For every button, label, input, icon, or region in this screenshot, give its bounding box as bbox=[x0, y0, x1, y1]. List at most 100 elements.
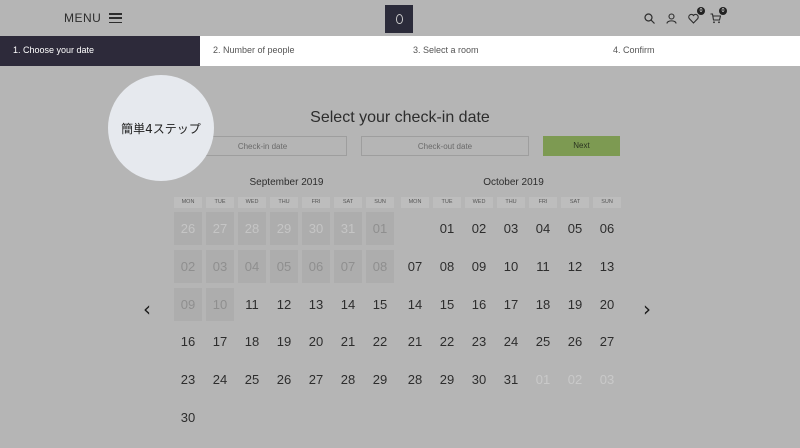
search-icon[interactable] bbox=[643, 12, 656, 25]
menu-button[interactable]: MENU bbox=[64, 11, 123, 25]
header-icons: 0 0 bbox=[643, 7, 727, 25]
calendar-day[interactable]: 02 bbox=[465, 212, 493, 245]
calendar-day[interactable]: 29 bbox=[366, 363, 394, 396]
calendar-day[interactable]: 11 bbox=[529, 250, 557, 283]
calendar-day[interactable]: 14 bbox=[334, 288, 362, 321]
month-title: October 2019 bbox=[483, 177, 544, 188]
next-month-arrow-icon[interactable]: › bbox=[643, 299, 651, 319]
calendar-day[interactable]: 20 bbox=[593, 288, 621, 321]
weekday-header: SUN bbox=[366, 197, 394, 208]
calendar-day[interactable]: 27 bbox=[302, 363, 330, 396]
menu-label: MENU bbox=[64, 11, 102, 25]
prev-month-arrow-icon[interactable]: ‹ bbox=[143, 299, 151, 319]
weekday-header: SUN bbox=[593, 197, 621, 208]
calendar-day[interactable]: 28 bbox=[334, 363, 362, 396]
weekday-header: MON bbox=[401, 197, 429, 208]
calendar-day[interactable]: 20 bbox=[302, 325, 330, 358]
calendar-day[interactable]: 04 bbox=[529, 212, 557, 245]
booking-steps: 1. Choose your date 2. Number of people … bbox=[0, 36, 800, 66]
brand-logo[interactable] bbox=[385, 5, 413, 33]
calendar-day[interactable]: 06 bbox=[593, 212, 621, 245]
weekday-header: FRI bbox=[529, 197, 557, 208]
weekday-header: TUE bbox=[206, 197, 234, 208]
calendar-day[interactable]: 21 bbox=[334, 325, 362, 358]
calendar-day[interactable]: 22 bbox=[366, 325, 394, 358]
calendar-day[interactable]: 13 bbox=[302, 288, 330, 321]
site-header: MENU 0 0 bbox=[0, 0, 800, 36]
calendar-day[interactable]: 01 bbox=[433, 212, 461, 245]
calendar-day[interactable]: 17 bbox=[497, 288, 525, 321]
calendar-day: 01 bbox=[366, 212, 394, 245]
calendar-day[interactable]: 23 bbox=[465, 325, 493, 358]
calendar-day[interactable]: 05 bbox=[561, 212, 589, 245]
calendar-day[interactable]: 15 bbox=[433, 288, 461, 321]
calendar-day[interactable]: 18 bbox=[529, 288, 557, 321]
calendar-day[interactable]: 26 bbox=[561, 325, 589, 358]
calendar-day: 29 bbox=[270, 212, 298, 245]
calendar-day[interactable]: 29 bbox=[433, 363, 461, 396]
calendar-day[interactable]: 07 bbox=[401, 250, 429, 283]
weekday-header: TUE bbox=[433, 197, 461, 208]
calendar-day[interactable]: 14 bbox=[401, 288, 429, 321]
calendar-day[interactable]: 10 bbox=[497, 250, 525, 283]
calendar-day: 10 bbox=[206, 287, 234, 321]
calendar-day[interactable]: 31 bbox=[497, 363, 525, 396]
annotation-bubble: 簡単4ステップ bbox=[108, 75, 214, 181]
calendar-day[interactable]: 22 bbox=[433, 325, 461, 358]
calendar-day[interactable]: 09 bbox=[465, 250, 493, 283]
calendar-day[interactable]: 03 bbox=[497, 212, 525, 245]
calendar-day[interactable]: 30 bbox=[174, 401, 202, 434]
calendar-day: 02 bbox=[174, 249, 202, 283]
calendar-day[interactable]: 12 bbox=[270, 288, 298, 321]
weekday-header: WED bbox=[465, 197, 493, 208]
calendar-day[interactable]: 28 bbox=[401, 363, 429, 396]
calendar-day[interactable]: 08 bbox=[433, 250, 461, 283]
annotation-text: 簡単4ステップ bbox=[121, 121, 201, 136]
check-out-date-field[interactable]: Check-out date bbox=[361, 136, 529, 156]
calendar-day[interactable]: 16 bbox=[174, 325, 202, 358]
calendar-day[interactable]: 27 bbox=[593, 325, 621, 358]
calendar-day: 01 bbox=[535, 372, 551, 388]
calendar-day: 03 bbox=[206, 249, 234, 283]
calendar-day[interactable]: 12 bbox=[561, 250, 589, 283]
calendar-day: 26 bbox=[174, 212, 202, 245]
step-confirm[interactable]: 4. Confirm bbox=[600, 36, 800, 66]
weekday-header: WED bbox=[238, 197, 266, 208]
weekday-header: SAT bbox=[561, 197, 589, 208]
calendar-day[interactable]: 25 bbox=[238, 363, 266, 396]
calendar-day[interactable]: 21 bbox=[401, 325, 429, 358]
step-number-of-people[interactable]: 2. Number of people bbox=[200, 36, 400, 66]
calendar-day[interactable]: 30 bbox=[465, 363, 493, 396]
calendar-day[interactable]: 17 bbox=[206, 325, 234, 358]
calendar-day: 28 bbox=[238, 212, 266, 245]
calendar-day[interactable]: 18 bbox=[238, 325, 266, 358]
heart-icon[interactable]: 0 bbox=[687, 7, 705, 25]
calendar-day: 06 bbox=[302, 249, 330, 283]
user-icon[interactable] bbox=[665, 12, 678, 25]
calendar-day: 08 bbox=[366, 249, 394, 283]
calendar-day[interactable]: 19 bbox=[561, 288, 589, 321]
weekday-header: THU bbox=[497, 197, 525, 208]
calendar-day[interactable]: 19 bbox=[270, 325, 298, 358]
calendar-day[interactable]: 16 bbox=[465, 288, 493, 321]
weekday-header: FRI bbox=[302, 197, 330, 208]
calendar-day: 04 bbox=[238, 249, 266, 283]
calendar-day: 05 bbox=[270, 249, 298, 283]
calendar-day: 02 bbox=[567, 372, 583, 388]
month-title: September 2019 bbox=[249, 177, 324, 188]
cart-icon[interactable]: 0 bbox=[709, 7, 727, 25]
calendar-day[interactable]: 11 bbox=[238, 288, 266, 321]
logo-mark-icon bbox=[395, 14, 403, 24]
weekday-header: SAT bbox=[334, 197, 362, 208]
calendar-day[interactable]: 26 bbox=[270, 363, 298, 396]
step-select-room[interactable]: 3. Select a room bbox=[400, 36, 600, 66]
calendar-day[interactable]: 15 bbox=[366, 288, 394, 321]
calendar-day[interactable]: 25 bbox=[529, 325, 557, 358]
next-button[interactable]: Next bbox=[543, 136, 620, 156]
weekday-header: MON bbox=[174, 197, 202, 208]
step-choose-date[interactable]: 1. Choose your date bbox=[0, 36, 200, 66]
calendar-day[interactable]: 24 bbox=[497, 325, 525, 358]
calendar-day[interactable]: 23 bbox=[174, 363, 202, 396]
calendar-day[interactable]: 13 bbox=[593, 250, 621, 283]
calendar-day[interactable]: 24 bbox=[206, 363, 234, 396]
